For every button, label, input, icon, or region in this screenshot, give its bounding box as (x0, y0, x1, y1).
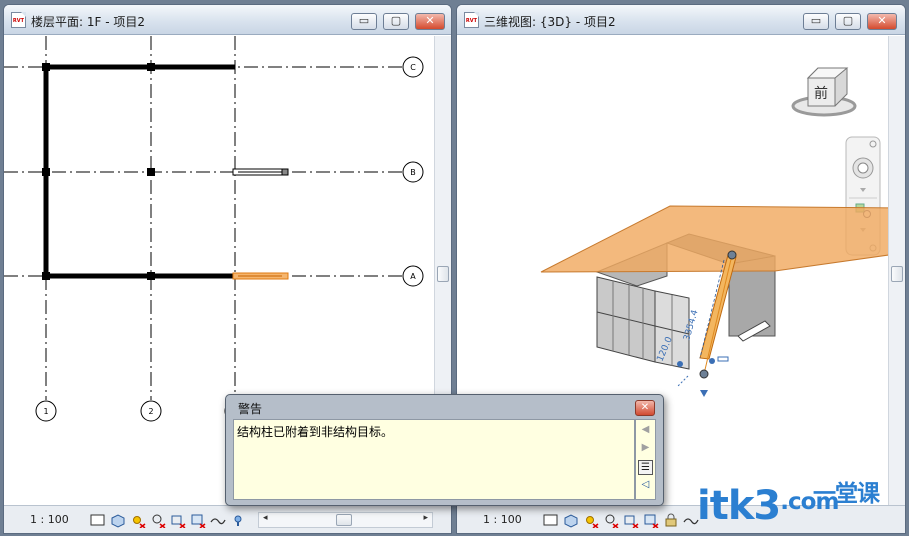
column (42, 168, 50, 176)
scroll-right-icon[interactable]: ▸ (423, 513, 428, 523)
lock-view-icon[interactable] (663, 512, 679, 528)
revit-file-icon: RVT (11, 12, 26, 28)
revit-file-icon: RVT (464, 12, 479, 28)
column (42, 63, 50, 71)
reveal-hidden-icon[interactable] (230, 512, 246, 528)
column (42, 272, 50, 280)
horizontal-scrollbar[interactable]: ◂ ▸ (258, 512, 433, 528)
floor-plan-titlebar[interactable]: RVT 楼层平面: 1F - 项目2 ▭ ▢ ✕ (4, 5, 451, 35)
close-button[interactable]: ✕ (867, 13, 897, 30)
column (147, 168, 155, 176)
show-crop-icon[interactable] (643, 512, 659, 529)
grid-label-1: 1 (43, 407, 48, 416)
grid-label-2: 2 (148, 407, 153, 416)
watermark-brand: 一堂课 (813, 481, 880, 507)
h-scroll-thumb[interactable] (336, 514, 352, 526)
warning-tools: ◀ ▶ ☰ ◁ (635, 419, 656, 500)
crop-view-icon[interactable] (623, 512, 639, 529)
grid-label-b: B (410, 168, 416, 177)
close-button[interactable]: ✕ (415, 13, 445, 30)
3d-view-titlebar[interactable]: RVT 三维视图: {3D} - 项目2 ▭ ▢ ✕ (457, 5, 905, 35)
3d-view-title: 三维视图: {3D} - 项目2 (484, 15, 616, 29)
warning-title: 警告 (238, 402, 263, 416)
minimize-button[interactable]: ▭ (351, 13, 377, 30)
expand-details-icon[interactable]: ☰ (638, 460, 653, 475)
slanted-column-a-selected (232, 272, 289, 280)
vertical-scrollbar[interactable] (888, 36, 905, 505)
scroll-thumb[interactable] (891, 266, 903, 282)
scroll-thumb[interactable] (437, 266, 449, 282)
maximize-button[interactable]: ▢ (383, 13, 409, 30)
watermark-text: itk3 (697, 483, 781, 529)
dialog-close-button[interactable]: ✕ (635, 400, 655, 416)
sound-icon[interactable]: ◁ (638, 478, 653, 493)
column (147, 272, 155, 280)
temporary-hide-icon[interactable] (210, 512, 226, 528)
maximize-button[interactable]: ▢ (835, 13, 861, 30)
minimize-button[interactable]: ▭ (803, 13, 829, 30)
view-control-bar: 1 : 100 ◂ ▸ (4, 505, 451, 533)
crop-view-icon[interactable] (170, 512, 186, 529)
scroll-left-icon[interactable]: ◂ (263, 513, 268, 523)
warning-message-box: 结构柱已附着到非结构目标。 (233, 419, 635, 500)
viewcube[interactable]: 前 (791, 67, 857, 117)
shadows-icon[interactable] (150, 512, 166, 529)
view-scale[interactable]: 1 : 100 (30, 513, 69, 526)
watermark: itk3.com 一堂课 (697, 481, 880, 536)
sun-path-icon[interactable] (583, 512, 599, 529)
shadows-icon[interactable] (603, 512, 619, 529)
next-arrow-icon[interactable]: ▶ (638, 441, 653, 456)
detail-level-icon[interactable] (90, 512, 106, 528)
detail-level-icon[interactable] (543, 512, 559, 528)
sun-path-icon[interactable] (130, 512, 146, 529)
view-scale[interactable]: 1 : 100 (483, 513, 522, 526)
grid-label-c: C (410, 63, 416, 72)
slanted-column-b (232, 168, 289, 176)
previous-arrow-icon[interactable]: ◀ (638, 423, 653, 438)
column (147, 63, 155, 71)
visual-style-icon[interactable] (563, 512, 579, 528)
warning-message: 结构柱已附着到非结构目标。 (237, 425, 394, 439)
warning-dialog: 警告 ✕ 结构柱已附着到非结构目标。 ◀ ▶ ☰ ◁ (225, 394, 664, 506)
floor-plan-title: 楼层平面: 1F - 项目2 (31, 15, 145, 29)
show-crop-icon[interactable] (190, 512, 206, 529)
viewcube-front-label: 前 (814, 85, 828, 102)
visual-style-icon[interactable] (110, 512, 126, 528)
grid-label-a: A (410, 272, 416, 281)
